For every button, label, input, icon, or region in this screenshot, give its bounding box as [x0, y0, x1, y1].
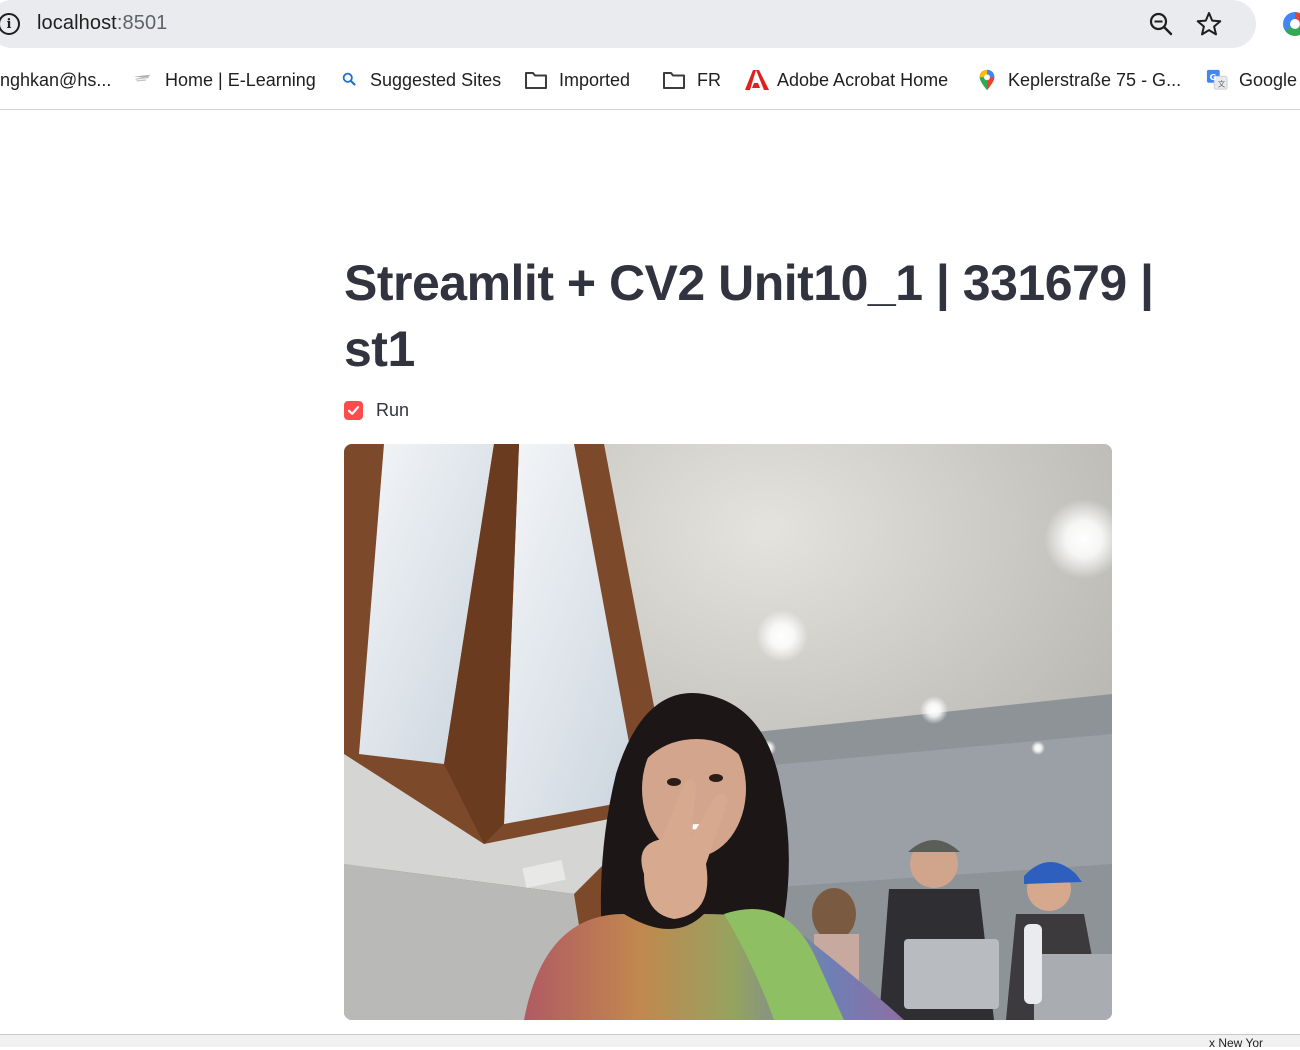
bookmark-label: Imported	[559, 69, 631, 90]
bookmark-elearning[interactable]: Home | E-Learning	[133, 66, 316, 94]
folder-icon	[663, 72, 685, 89]
url-host: localhost	[37, 12, 117, 34]
svg-text:G: G	[1210, 72, 1217, 82]
bookmark-label: FR	[697, 69, 721, 90]
bookmark-suggested-sites[interactable]: Suggested Sites	[341, 66, 501, 94]
search-icon	[342, 72, 356, 86]
bookmark-label: Home | E-Learning	[165, 69, 316, 90]
maps-pin-icon	[979, 69, 995, 91]
site-info-icon[interactable]: i	[0, 13, 20, 35]
elearning-icon	[133, 74, 151, 82]
bookmark-maps[interactable]: Keplerstraße 75 - G...	[976, 66, 1181, 94]
checkbox-checked-icon[interactable]	[344, 401, 363, 420]
run-checkbox[interactable]: Run	[344, 400, 409, 421]
browser-toolbar: i localhost:8501	[0, 0, 1300, 56]
folder-icon	[525, 72, 547, 89]
address-bar-url[interactable]: localhost:8501	[37, 12, 167, 35]
bookmark-label: Google	[1239, 69, 1298, 90]
bookmarks-bar: nghkan@hs... Home | E-Learning Suggested…	[0, 56, 1300, 110]
page-title: Streamlit + CV2 Unit10_1 | 331679 | st1	[344, 255, 1154, 377]
webcam-scene	[344, 444, 1112, 1020]
bookmark-fr[interactable]: FR	[662, 66, 721, 94]
bookmark-imported[interactable]: Imported	[524, 66, 630, 94]
bookmark-adobe-acrobat[interactable]: Adobe Acrobat Home	[743, 66, 948, 94]
bookmark-label: nghkan@hs...	[0, 69, 112, 90]
os-taskbar: x New Yor	[0, 1034, 1300, 1050]
bookmark-mail[interactable]: nghkan@hs...	[0, 66, 111, 94]
webcam-frame-image	[344, 444, 1112, 1020]
adobe-acrobat-icon	[745, 70, 769, 90]
address-bar[interactable]: i localhost:8501	[0, 0, 1256, 48]
svg-text:文: 文	[1218, 79, 1226, 88]
url-port: :8501	[116, 12, 168, 34]
run-checkbox-label: Run	[376, 400, 410, 420]
bookmark-star-icon[interactable]	[1195, 10, 1223, 38]
google-translate-icon: G 文	[1206, 69, 1228, 90]
bookmark-label: Suggested Sites	[370, 69, 502, 90]
bookmark-label: Adobe Acrobat Home	[777, 69, 949, 90]
bookmark-label: Keplerstraße 75 - G...	[1008, 69, 1182, 90]
zoom-out-icon[interactable]	[1148, 11, 1174, 37]
taskbar-status-text: x New Yor	[1209, 1036, 1264, 1050]
extension-icon[interactable]	[1283, 12, 1300, 36]
bookmark-google-translate[interactable]: G 文 Google	[1206, 66, 1297, 94]
